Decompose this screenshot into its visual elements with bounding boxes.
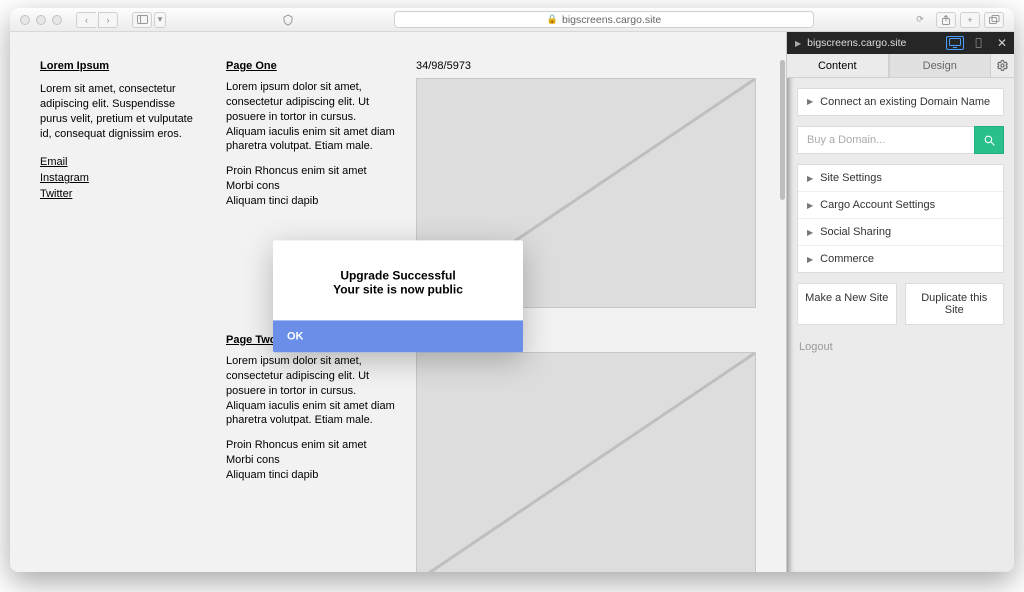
desktop-preview-icon[interactable]	[946, 36, 964, 50]
nav-back-forward[interactable]: ‹ ›	[76, 12, 118, 28]
admin-topbar: ▶ bigscreens.cargo.site ✕	[787, 32, 1014, 54]
chevron-right-icon: ▶	[807, 97, 813, 106]
page-line: Proin Rhoncus enim sit amet	[226, 438, 396, 453]
site-intro: Lorem sit amet, consectetur adipiscing e…	[40, 82, 200, 141]
reload-icon[interactable]: ⟳	[910, 12, 930, 28]
make-new-site-button[interactable]: Make a New Site	[797, 283, 897, 325]
sidebar-toggle[interactable]: ▾	[132, 12, 166, 28]
address-bar[interactable]: 🔒 bigscreens.cargo.site	[394, 11, 814, 28]
page-line: Aliquam tinci dapib	[226, 194, 396, 209]
modal-title: Upgrade Successful	[287, 268, 509, 282]
page-heading[interactable]: Page One	[226, 60, 396, 72]
page-line: Morbi cons	[226, 453, 396, 468]
chevron-right-icon: ▶	[795, 39, 801, 48]
zoom-icon[interactable]	[52, 15, 62, 25]
link-email[interactable]: Email	[40, 155, 200, 170]
social-sharing-row[interactable]: ▶Social Sharing	[798, 218, 1003, 245]
site-settings-row[interactable]: ▶Site Settings	[798, 165, 1003, 191]
tab-design[interactable]: Design	[889, 54, 991, 77]
back-button[interactable]: ‹	[76, 12, 96, 28]
page-line: Morbi cons	[226, 179, 396, 194]
account-settings-label: Cargo Account Settings	[820, 199, 935, 211]
tab-content[interactable]: Content	[787, 54, 889, 77]
minimize-icon[interactable]	[36, 15, 46, 25]
browser-window: ‹ › ▾ 🔒 bigscreens.cargo.site ⟳ +	[10, 8, 1014, 572]
buy-domain-input[interactable]	[797, 126, 974, 154]
upgrade-modal: Upgrade Successful Your site is now publ…	[273, 240, 523, 352]
account-settings-row[interactable]: ▶Cargo Account Settings	[798, 191, 1003, 218]
page-paragraph: Lorem ipsum dolor sit amet, consectetur …	[226, 354, 396, 428]
admin-site-label: bigscreens.cargo.site	[807, 37, 906, 49]
page-line: Aliquam tinci dapib	[226, 468, 396, 483]
social-sharing-label: Social Sharing	[820, 226, 891, 238]
address-text: bigscreens.cargo.site	[562, 14, 661, 26]
page-date: 34/98/5973	[416, 60, 756, 72]
forward-button[interactable]: ›	[98, 12, 118, 28]
link-twitter[interactable]: Twitter	[40, 187, 200, 202]
page-paragraph: Lorem ipsum dolor sit amet, consectetur …	[226, 80, 396, 154]
scrollbar[interactable]	[779, 56, 786, 572]
commerce-row[interactable]: ▶Commerce	[798, 245, 1003, 272]
mobile-preview-icon[interactable]	[970, 36, 988, 50]
site-preview: Lorem Ipsum Lorem sit amet, consectetur …	[10, 32, 786, 572]
page-block: Page Two Lorem ipsum dolor sit amet, con…	[226, 334, 756, 572]
commerce-label: Commerce	[820, 253, 874, 265]
search-button[interactable]	[974, 126, 1004, 154]
window-controls[interactable]	[20, 15, 62, 25]
share-icon[interactable]	[936, 12, 956, 28]
site-settings-label: Site Settings	[820, 172, 882, 184]
lock-icon: 🔒	[547, 14, 558, 25]
chevron-down-icon[interactable]: ▾	[154, 12, 166, 28]
new-tab-icon[interactable]: +	[960, 12, 980, 28]
site-links: Email Instagram Twitter	[40, 155, 200, 202]
admin-tabs: Content Design	[787, 54, 1014, 78]
duplicate-site-button[interactable]: Duplicate this Site	[905, 283, 1005, 325]
admin-panel: ▶ bigscreens.cargo.site ✕ Content Design	[786, 32, 1014, 572]
buy-domain	[797, 126, 1004, 154]
ok-button[interactable]: OK	[273, 320, 523, 352]
modal-subtitle: Your site is now public	[287, 282, 509, 296]
link-instagram[interactable]: Instagram	[40, 171, 200, 186]
tabs-icon[interactable]	[984, 12, 1004, 28]
sidebar-icon[interactable]	[132, 12, 152, 28]
browser-titlebar: ‹ › ▾ 🔒 bigscreens.cargo.site ⟳ +	[10, 8, 1014, 32]
gear-icon[interactable]	[990, 54, 1014, 77]
settings-list: ▶Site Settings ▶Cargo Account Settings ▶…	[797, 164, 1004, 273]
page-line: Proin Rhoncus enim sit amet	[226, 164, 396, 179]
logout-link[interactable]: Logout	[797, 335, 1004, 359]
site-title[interactable]: Lorem Ipsum	[40, 60, 200, 72]
connect-domain-row[interactable]: ▶ Connect an existing Domain Name	[797, 88, 1004, 116]
close-panel-icon[interactable]: ✕	[994, 36, 1010, 50]
placeholder-image	[416, 352, 756, 572]
privacy-report-icon[interactable]	[278, 12, 298, 28]
close-icon[interactable]	[20, 15, 30, 25]
scrollbar-thumb[interactable]	[780, 60, 785, 200]
connect-domain-label: Connect an existing Domain Name	[820, 96, 990, 108]
